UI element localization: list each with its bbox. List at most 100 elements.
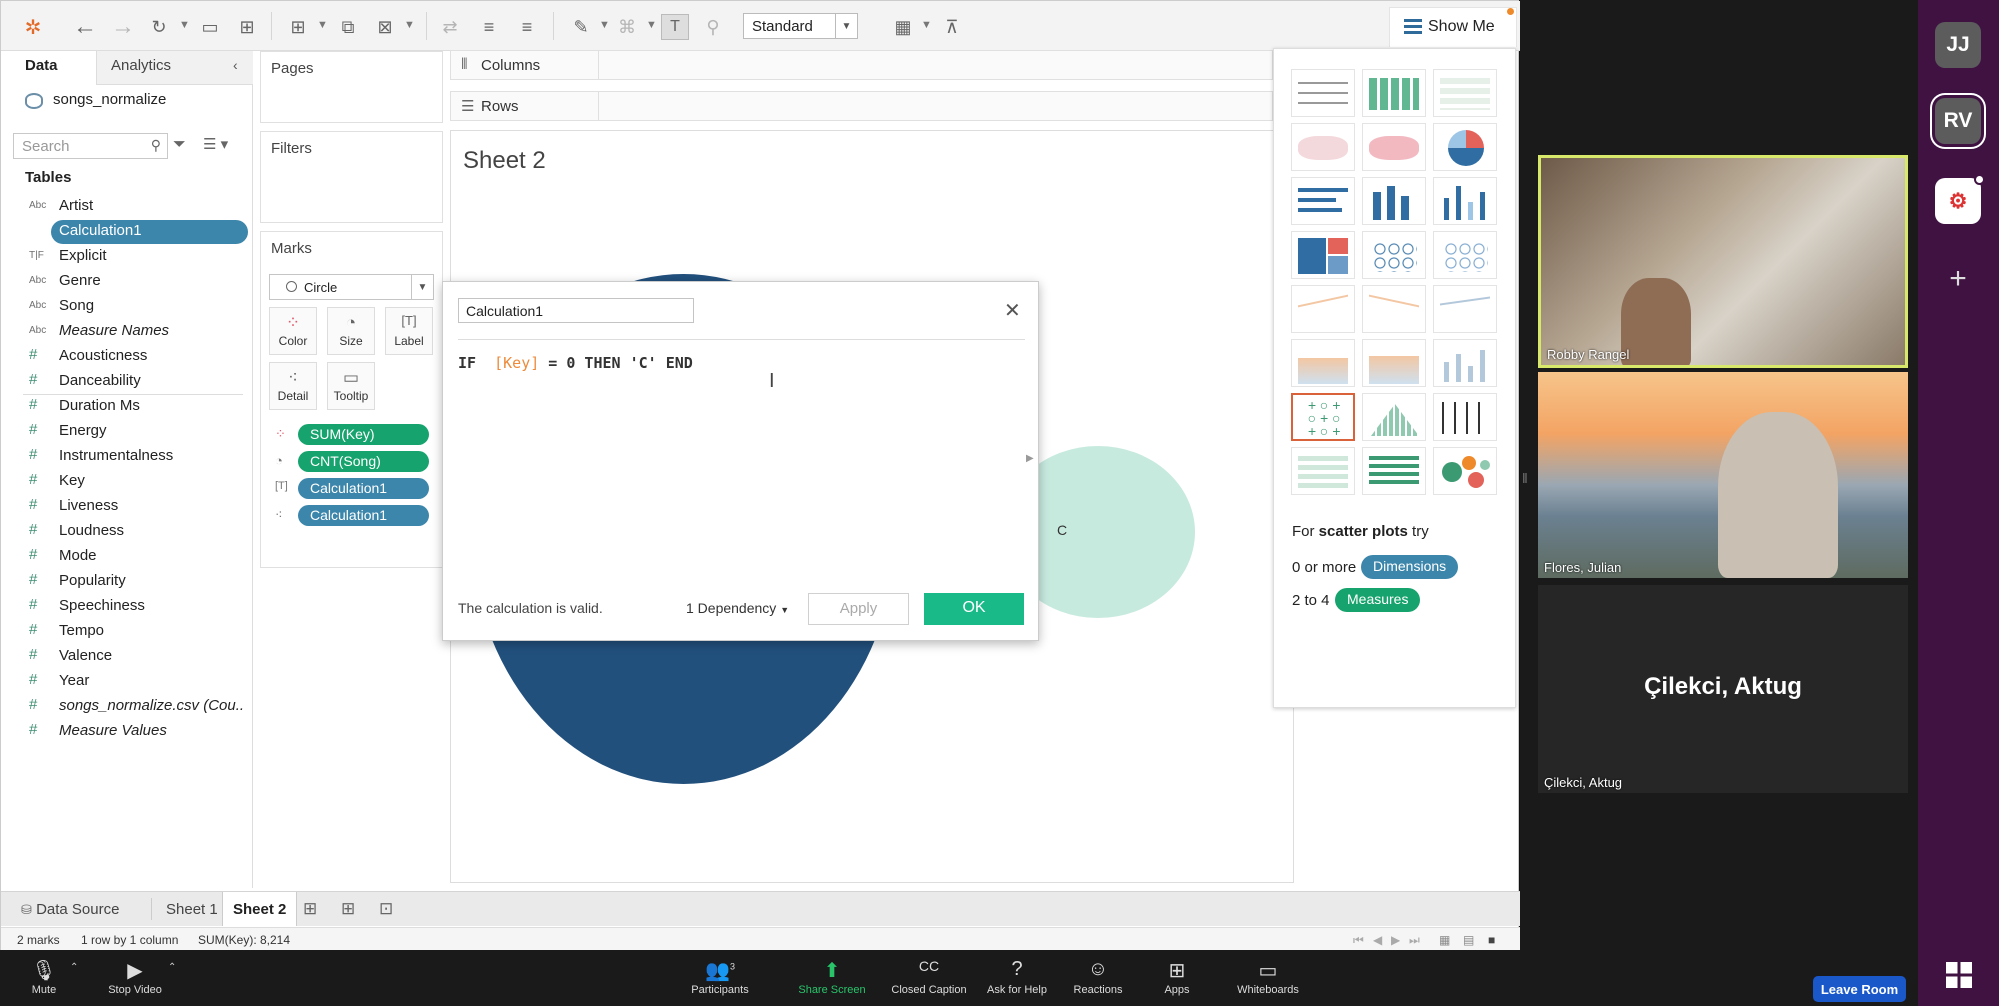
calc-name-input[interactable]: Calculation1 — [458, 298, 694, 323]
presentation-mode-icon[interactable]: ⊼ — [938, 14, 966, 40]
video-tile[interactable]: Robby Rangel — [1538, 155, 1908, 368]
duplicate-sheet-icon[interactable]: ⧉ — [334, 14, 362, 40]
chart-scatter-plot[interactable]: + ○ + ○ + ○ + ○ + — [1291, 393, 1355, 441]
stop-video-button[interactable]: ▶ Stop Video — [100, 958, 170, 996]
workspace-rv[interactable]: RV — [1935, 98, 1981, 144]
nav-prev-icon[interactable]: ◀ — [1373, 933, 1382, 947]
chevron-up-icon[interactable]: ⌃ — [168, 962, 176, 973]
field-item[interactable]: # Duration Ms — [1, 395, 251, 419]
mark-pill[interactable]: CNT(Song) — [298, 451, 429, 472]
reactions-button[interactable]: ☺ Reactions — [1068, 958, 1128, 996]
field-item[interactable]: Abc Measure Names — [1, 320, 251, 344]
detail-button[interactable]: ⁖ Detail — [269, 362, 317, 410]
add-workspace-icon[interactable]: + — [1935, 256, 1981, 302]
chart-box-whisker[interactable] — [1433, 393, 1497, 441]
group-icon[interactable]: ⌘ — [613, 14, 641, 40]
chart-lines-continuous[interactable] — [1291, 285, 1355, 333]
closed-caption-button[interactable]: CC Closed Caption — [886, 958, 972, 996]
chevron-down-icon[interactable]: ▼ — [599, 19, 610, 31]
columns-shelf[interactable]: ⦀ Columns — [450, 50, 1273, 80]
tab-sheet-1[interactable]: Sheet 1 — [156, 892, 228, 926]
chart-area-continuous[interactable] — [1291, 339, 1355, 387]
color-button[interactable]: ⁘ Color — [269, 307, 317, 355]
field-item[interactable]: Abc Genre — [1, 270, 251, 294]
replay-icon[interactable]: ↻ — [145, 14, 173, 40]
search-input[interactable]: Search ⚲ — [13, 133, 168, 159]
chart-highlight-table[interactable] — [1433, 69, 1497, 117]
windows-start-icon[interactable] — [1946, 962, 1972, 988]
field-item[interactable]: # Acousticness — [1, 345, 251, 369]
field-item[interactable]: # Loudness — [1, 520, 251, 544]
nav-next-icon[interactable]: ▶ — [1391, 933, 1400, 947]
rows-shelf[interactable]: ☰ Rows — [450, 91, 1273, 121]
chart-side-by-side-circles[interactable] — [1433, 231, 1497, 279]
video-tile[interactable]: Çilekci, Aktug Çilekci, Aktug — [1538, 585, 1908, 793]
field-item[interactable]: # Key — [1, 470, 251, 494]
mark-pill[interactable]: Calculation1 — [298, 505, 429, 526]
tab-analytics[interactable]: Analytics — [111, 57, 171, 74]
resize-handle-icon[interactable]: ‖ — [1522, 470, 1528, 486]
field-item[interactable]: # Liveness — [1, 495, 251, 519]
field-item[interactable]: Abc Artist — [1, 195, 251, 219]
datasource-item[interactable]: songs_normalize — [21, 91, 166, 109]
video-tile[interactable]: Flores, Julian — [1538, 372, 1908, 578]
chevron-down-icon[interactable]: ▼ — [404, 19, 415, 31]
leave-room-button[interactable]: Leave Room — [1813, 976, 1906, 1002]
formula-editor[interactable]: IF [Key] = 0 THEN 'C' END — [458, 354, 693, 372]
filmstrip-view-icon[interactable]: ▤ — [1463, 933, 1474, 947]
sort-descending-icon[interactable]: ≡ — [513, 14, 541, 40]
mark-pill[interactable]: SUM(Key) — [298, 424, 429, 445]
chart-horizontal-bars[interactable] — [1291, 177, 1355, 225]
workspace-app-icon[interactable]: ⚙ — [1935, 178, 1981, 224]
nav-first-icon[interactable]: ⏮ — [1353, 933, 1364, 948]
chart-dual-combination[interactable] — [1433, 339, 1497, 387]
tableau-logo-icon[interactable]: ✲ — [19, 14, 47, 40]
chart-circle-views[interactable] — [1362, 231, 1426, 279]
mark-pill[interactable]: Calculation1 — [298, 478, 429, 499]
field-item[interactable]: # Year — [1, 670, 251, 694]
show-labels-icon[interactable]: T — [661, 14, 689, 40]
tab-sheet-2[interactable]: Sheet 2 — [222, 892, 298, 926]
chart-area-discrete[interactable] — [1362, 339, 1426, 387]
sort-ascending-icon[interactable]: ≡ — [475, 14, 503, 40]
chevron-up-icon[interactable]: ⌃ — [70, 962, 78, 973]
pin-icon[interactable]: ⚲ — [699, 14, 727, 40]
redo-icon[interactable]: → — [109, 13, 137, 40]
close-icon[interactable]: ✕ — [1004, 298, 1021, 323]
field-item[interactable]: # Tempo — [1, 620, 251, 644]
tab-data-source[interactable]: ⛁ Data Source — [11, 892, 129, 926]
new-datasource-icon[interactable]: ⊞ — [233, 14, 261, 40]
chart-gantt[interactable] — [1291, 447, 1355, 495]
chart-pie[interactable] — [1433, 123, 1497, 171]
field-item[interactable]: # Energy — [1, 420, 251, 444]
field-item[interactable]: T|F Explicit — [1, 245, 251, 269]
new-story-icon[interactable]: ⊡ — [379, 899, 393, 919]
filter-icon[interactable]: ⏷ — [173, 136, 186, 154]
chart-text-table[interactable] — [1291, 69, 1355, 117]
chart-side-by-side-bars[interactable] — [1433, 177, 1497, 225]
new-dashboard-icon[interactable]: ⊞ — [341, 899, 355, 919]
highlight-icon[interactable]: ✎ — [567, 14, 595, 40]
clear-sheet-icon[interactable]: ⊠ — [371, 14, 399, 40]
fit-select[interactable]: Standard ▼ — [743, 13, 858, 39]
chart-treemap[interactable] — [1291, 231, 1355, 279]
field-item[interactable]: Abc Song — [1, 295, 251, 319]
tab-view-icon[interactable]: ■ — [1488, 933, 1495, 947]
view-options-icon[interactable]: ☰ ▾ — [203, 135, 228, 153]
chart-bullet-graph[interactable] — [1362, 447, 1426, 495]
chart-dual-lines[interactable] — [1433, 285, 1497, 333]
field-item[interactable]: # Valence — [1, 645, 251, 669]
ok-button[interactable]: OK — [924, 593, 1024, 625]
chart-lines-discrete[interactable] — [1362, 285, 1426, 333]
whiteboards-button[interactable]: ▭ Whiteboards — [1228, 958, 1308, 996]
filters-shelf[interactable]: Filters — [260, 131, 443, 223]
apps-button[interactable]: ⊞ Apps — [1160, 958, 1194, 996]
ask-for-help-button[interactable]: ? Ask for Help — [982, 958, 1052, 996]
pages-shelf[interactable]: Pages — [260, 51, 443, 123]
chart-heat-map[interactable] — [1362, 69, 1426, 117]
mark-type-select[interactable]: Circle ▼ — [269, 274, 434, 300]
field-item[interactable]: # songs_normalize.csv (Cou... — [1, 695, 251, 719]
chart-symbol-map[interactable] — [1291, 123, 1355, 171]
new-worksheet-icon[interactable]: ⊞ — [303, 899, 317, 919]
chart-packed-bubbles[interactable] — [1433, 447, 1497, 495]
